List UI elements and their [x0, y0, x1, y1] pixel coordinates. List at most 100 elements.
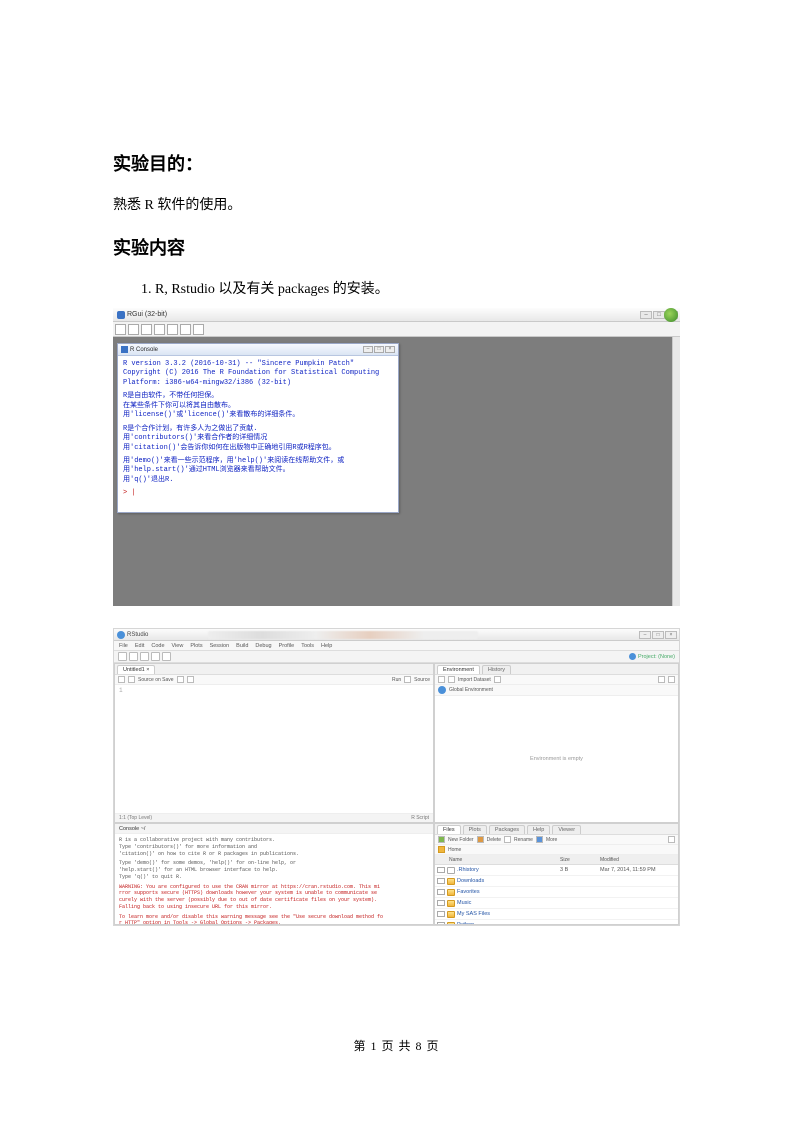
app-logo-icon: [664, 308, 678, 322]
console-warning: Falling back to using insecure URL for t…: [119, 904, 429, 911]
file-name[interactable]: Python: [457, 922, 560, 924]
rgui-mdi-area: R Console – □ × R version 3.3.2 (2016-10…: [113, 337, 680, 606]
menu-profile[interactable]: Profile: [279, 643, 295, 649]
files-row[interactable]: Downloads: [435, 876, 678, 887]
refresh-icon[interactable]: [668, 836, 675, 843]
scrollbar-vertical[interactable]: [672, 337, 680, 606]
source-toolbar: Source on Save Run Source: [115, 675, 433, 685]
menu-help[interactable]: Help: [321, 643, 332, 649]
print-icon[interactable]: [193, 324, 204, 335]
save-icon[interactable]: [141, 324, 152, 335]
save-workspace-icon[interactable]: [448, 676, 455, 683]
tab-history[interactable]: History: [482, 665, 511, 674]
more-button[interactable]: More: [546, 837, 557, 843]
r-console-body[interactable]: R version 3.3.2 (2016-10-31) -- "Sincere…: [118, 356, 398, 503]
import-dataset-button[interactable]: Import Dataset: [458, 677, 491, 683]
files-row[interactable]: .Rhistory3 BMar 7, 2014, 11:59 PM: [435, 865, 678, 876]
menu-debug[interactable]: Debug: [255, 643, 271, 649]
save-icon[interactable]: [140, 652, 149, 661]
new-folder-button[interactable]: New Folder: [448, 837, 474, 843]
minimize-button[interactable]: –: [363, 346, 373, 353]
tab-untitled1[interactable]: Untitled1 ×: [117, 665, 155, 674]
minimize-button[interactable]: –: [639, 631, 651, 639]
addins-icon[interactable]: [162, 652, 171, 661]
clear-icon[interactable]: [494, 676, 501, 683]
file-name[interactable]: .Rhistory: [457, 867, 560, 873]
source-button[interactable]: Source: [414, 677, 430, 683]
new-folder-icon[interactable]: [438, 836, 445, 843]
menu-view[interactable]: View: [172, 643, 184, 649]
project-menu[interactable]: Project: (None): [629, 653, 675, 660]
tab-files[interactable]: Files: [437, 825, 461, 834]
compile-icon[interactable]: [187, 676, 194, 683]
save-icon[interactable]: [128, 676, 135, 683]
tab-environment[interactable]: Environment: [437, 665, 480, 674]
tab-viewer[interactable]: Viewer: [552, 825, 581, 834]
menu-build[interactable]: Build: [236, 643, 248, 649]
file-name[interactable]: Downloads: [457, 878, 560, 884]
console-line: R是个合作计划，有许多人为之做出了贡献.: [123, 425, 393, 434]
menu-edit[interactable]: Edit: [135, 643, 144, 649]
new-file-icon[interactable]: [118, 652, 127, 661]
menu-tools[interactable]: Tools: [301, 643, 314, 649]
print-icon[interactable]: [151, 652, 160, 661]
screenshot-rstudio: RStudio – □ × File Edit Code View Plots …: [113, 628, 680, 926]
open-file-icon[interactable]: [129, 652, 138, 661]
console-warning: curely with the server (possibly due to …: [119, 897, 429, 904]
rename-button[interactable]: Rename: [514, 837, 533, 843]
menu-plots[interactable]: Plots: [190, 643, 202, 649]
checkbox[interactable]: [437, 922, 445, 924]
files-row[interactable]: My SAS Files: [435, 909, 678, 920]
load-icon[interactable]: [128, 324, 139, 335]
checkbox[interactable]: [437, 889, 445, 895]
menu-session[interactable]: Session: [210, 643, 230, 649]
tab-help[interactable]: Help: [527, 825, 550, 834]
stop-icon[interactable]: [180, 324, 191, 335]
file-name[interactable]: My SAS Files: [457, 911, 560, 917]
copy-icon[interactable]: [154, 324, 165, 335]
close-button[interactable]: ×: [665, 631, 677, 639]
col-size[interactable]: Size: [560, 857, 600, 863]
tab-plots[interactable]: Plots: [463, 825, 487, 834]
more-icon[interactable]: [536, 836, 543, 843]
files-row[interactable]: Favorites: [435, 887, 678, 898]
checkbox[interactable]: [437, 900, 445, 906]
source-on-save[interactable]: Source on Save: [138, 677, 174, 683]
source-editor[interactable]: 1: [115, 685, 433, 813]
file-name[interactable]: Music: [457, 900, 560, 906]
menu-code[interactable]: Code: [151, 643, 164, 649]
home-icon[interactable]: [438, 846, 445, 853]
delete-icon[interactable]: [477, 836, 484, 843]
env-scope[interactable]: Global Environment: [449, 687, 493, 693]
maximize-button[interactable]: □: [652, 631, 664, 639]
files-row[interactable]: Music: [435, 898, 678, 909]
file-name[interactable]: Favorites: [457, 889, 560, 895]
maximize-button[interactable]: □: [374, 346, 384, 353]
checkbox[interactable]: [437, 878, 445, 884]
find-icon[interactable]: [177, 676, 184, 683]
rerun-icon[interactable]: [404, 676, 411, 683]
load-workspace-icon[interactable]: [438, 676, 445, 683]
delete-button[interactable]: Delete: [487, 837, 501, 843]
breadcrumb-home[interactable]: Home: [448, 847, 461, 853]
close-button[interactable]: ×: [385, 346, 395, 353]
run-button[interactable]: Run: [392, 677, 401, 683]
open-icon[interactable]: [115, 324, 126, 335]
menu-file[interactable]: File: [119, 643, 128, 649]
list-icon[interactable]: [658, 676, 665, 683]
console-prompt[interactable]: > |: [123, 489, 393, 498]
tab-packages[interactable]: Packages: [489, 825, 525, 834]
files-tabs: Files Plots Packages Help Viewer: [435, 824, 678, 835]
console-body[interactable]: R is a collaborative project with many c…: [115, 834, 433, 924]
checkbox[interactable]: [437, 911, 445, 917]
col-modified[interactable]: Modified: [600, 857, 678, 863]
col-name[interactable]: Name: [435, 857, 560, 863]
file-type: R Script: [411, 815, 429, 821]
checkbox[interactable]: [437, 867, 445, 873]
files-row[interactable]: Python: [435, 920, 678, 924]
back-icon[interactable]: [118, 676, 125, 683]
paste-icon[interactable]: [167, 324, 178, 335]
refresh-icon[interactable]: [668, 676, 675, 683]
rename-icon[interactable]: [504, 836, 511, 843]
minimize-button[interactable]: –: [640, 311, 652, 319]
